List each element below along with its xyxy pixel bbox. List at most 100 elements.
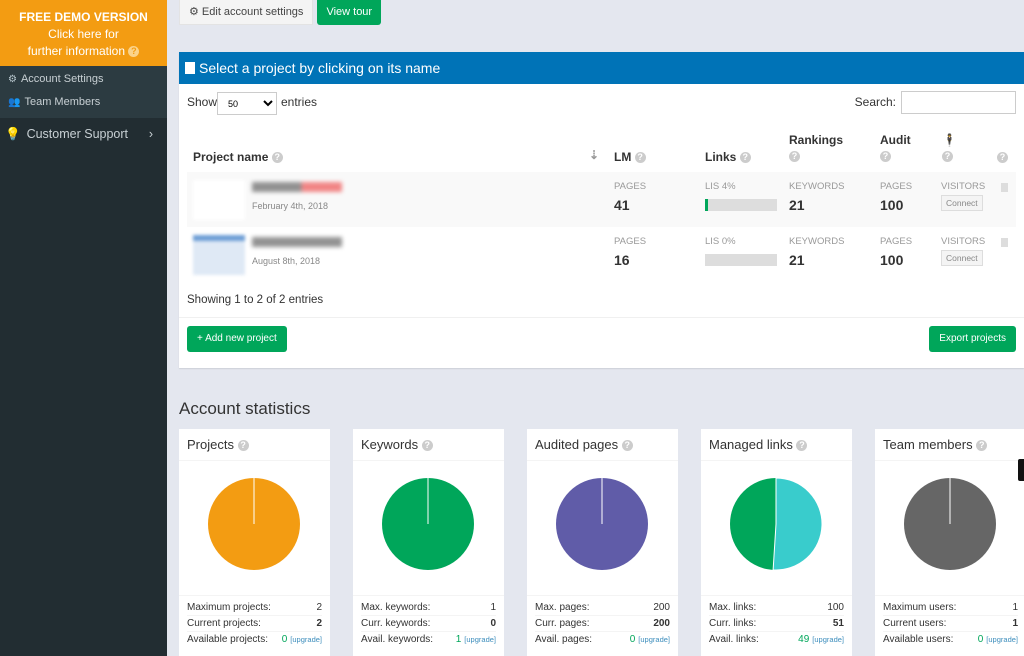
stat-row: Avail. links: 49 [upgrade] <box>709 632 844 648</box>
visitors-label: VISITORS <box>941 236 986 247</box>
upgrade-link[interactable]: [upgrade] <box>986 635 1018 644</box>
col-rankings[interactable]: Rankings? <box>789 133 843 163</box>
project-name-redacted[interactable] <box>252 182 342 192</box>
stat-label: Curr. pages: <box>535 618 590 629</box>
stat-value: 200 <box>653 618 670 629</box>
stat-label: Max. keywords: <box>361 602 431 613</box>
stat-value: 1 <box>1012 618 1018 629</box>
sidebar-item-team-members[interactable]: 👥 Team Members <box>0 91 167 114</box>
col-lm[interactable]: LM ? <box>614 150 646 164</box>
stat-value: 1 <box>490 602 496 613</box>
stat-value: 100 <box>827 602 844 613</box>
entries-label: entries <box>281 95 318 109</box>
stat-row: Curr. keywords: 0 <box>361 616 496 632</box>
help-icon: ? <box>621 440 633 452</box>
upgrade-link[interactable]: [upgrade] <box>290 635 322 644</box>
demo-line2: further information <box>27 44 126 58</box>
stat-value: 49 <box>798 634 810 645</box>
connect-button[interactable]: Connect <box>941 250 983 266</box>
stat-value: 0 <box>281 634 288 645</box>
stat-value: 2 <box>316 602 322 613</box>
stat-label: Available projects: <box>187 634 268 645</box>
add-project-button[interactable]: + Add new project <box>187 326 287 352</box>
trash-icon[interactable] <box>1001 183 1008 192</box>
search-input[interactable] <box>901 91 1016 114</box>
project-name-redacted[interactable] <box>252 237 342 247</box>
col-audit[interactable]: Audit? <box>880 133 911 163</box>
connect-button[interactable]: Connect <box>941 195 983 211</box>
col-visitors[interactable]: 🕴? <box>942 133 957 163</box>
col-label: LM <box>614 150 632 164</box>
col-actions: ? <box>997 150 1008 164</box>
card-title: Keywords <box>361 437 419 452</box>
audit-label: PAGES <box>880 236 913 247</box>
help-icon: ? <box>739 152 751 164</box>
panel-title: Select a project by clicking on its name <box>199 60 441 76</box>
export-projects-button[interactable]: Export projects <box>929 326 1016 352</box>
stat-row: Current users: 1 <box>883 616 1018 632</box>
project-date: August 8th, 2018 <box>252 256 321 266</box>
search-label: Search: <box>854 95 896 109</box>
stat-card: Keywords ? Max. keywords: 1 Curr. keywords… <box>353 429 504 656</box>
audit-value: 100 <box>880 252 904 268</box>
upgrade-link[interactable]: [upgrade] <box>812 635 844 644</box>
stat-label: Avail. keywords: <box>361 634 434 645</box>
visitors-label: VISITORS <box>941 181 986 192</box>
help-icon: ? <box>880 151 891 163</box>
projects-panel: Select a project by clicking on its name… <box>179 52 1024 368</box>
stat-label: Curr. links: <box>709 618 757 629</box>
stat-row: Avail. pages: 0 [upgrade] <box>535 632 670 648</box>
stat-label: Max. links: <box>709 602 757 613</box>
main-content: ⚙ Edit account settings View tour Select… <box>167 0 1024 656</box>
stat-value: 0 <box>977 634 984 645</box>
gears-icon: ⚙ <box>8 74 17 85</box>
table-row[interactable]: February 4th, 2018 PAGES 41 LIS 4% KEYWOR… <box>187 172 1016 227</box>
stat-label: Maximum users: <box>883 602 957 613</box>
lm-value: 41 <box>614 197 630 213</box>
stat-card: Projects ? Maximum projects: 2 Current pro… <box>179 429 330 656</box>
stat-cards: Projects ? Maximum projects: 2 Current pro… <box>179 429 1024 656</box>
help-icon: ? <box>942 151 953 163</box>
person-icon: 🕴 <box>942 133 957 147</box>
help-icon: ? <box>976 440 988 452</box>
help-icon: ? <box>789 151 800 163</box>
lm-label: PAGES <box>614 181 647 192</box>
pie-chart <box>904 478 996 570</box>
sidebar-item-account-settings[interactable]: ⚙ Account Settings <box>0 68 167 91</box>
view-tour-button[interactable]: View tour <box>317 0 382 25</box>
stat-value: 200 <box>653 602 670 613</box>
help-icon: ? <box>796 440 808 452</box>
divider <box>179 317 1024 318</box>
stat-label: Current users: <box>883 618 947 629</box>
rankings-value: 21 <box>789 197 805 213</box>
demo-banner[interactable]: FREE DEMO VERSION Click here for further… <box>0 0 167 66</box>
trash-icon[interactable] <box>1001 238 1008 247</box>
edit-account-settings-button[interactable]: ⚙ Edit account settings <box>179 0 314 25</box>
pie-chart <box>556 478 648 570</box>
stat-label: Current projects: <box>187 618 261 629</box>
page-size-select[interactable]: 50 <box>217 92 277 115</box>
stat-row: Curr. pages: 200 <box>535 616 670 632</box>
stat-row: Curr. links: 51 <box>709 616 844 632</box>
sort-icon[interactable]: ⇣ <box>589 148 599 162</box>
col-project-name[interactable]: Project name ? <box>193 150 283 164</box>
stat-card: Managed links ? Max. links: 100 Curr. link… <box>701 429 852 656</box>
upgrade-link[interactable]: [upgrade] <box>638 635 670 644</box>
stat-label: Avail. links: <box>709 634 759 645</box>
stat-label: Maximum projects: <box>187 602 271 613</box>
rankings-value: 21 <box>789 252 805 268</box>
stat-row: Max. links: 100 <box>709 600 844 616</box>
table-header: Project name ? ⇣ LM ? Links ? Rankings? … <box>179 130 1024 172</box>
table-row[interactable]: August 8th, 2018 PAGES 16 LIS 0% KEYWORDS… <box>187 227 1016 282</box>
stat-row: Max. pages: 200 <box>535 600 670 616</box>
stat-row: Current projects: 2 <box>187 616 322 632</box>
rankings-label: KEYWORDS <box>789 181 845 192</box>
upgrade-link[interactable]: [upgrade] <box>464 635 496 644</box>
col-links[interactable]: Links ? <box>705 150 751 164</box>
lm-value: 16 <box>614 252 630 268</box>
sidebar-item-customer-support[interactable]: 💡 Customer Support › <box>0 118 167 150</box>
lis-progress-bar <box>705 199 777 211</box>
stat-label: Avail. pages: <box>535 634 593 645</box>
scrollbar-handle[interactable] <box>1018 459 1024 481</box>
sidebar-item-label: Customer Support <box>26 127 129 141</box>
